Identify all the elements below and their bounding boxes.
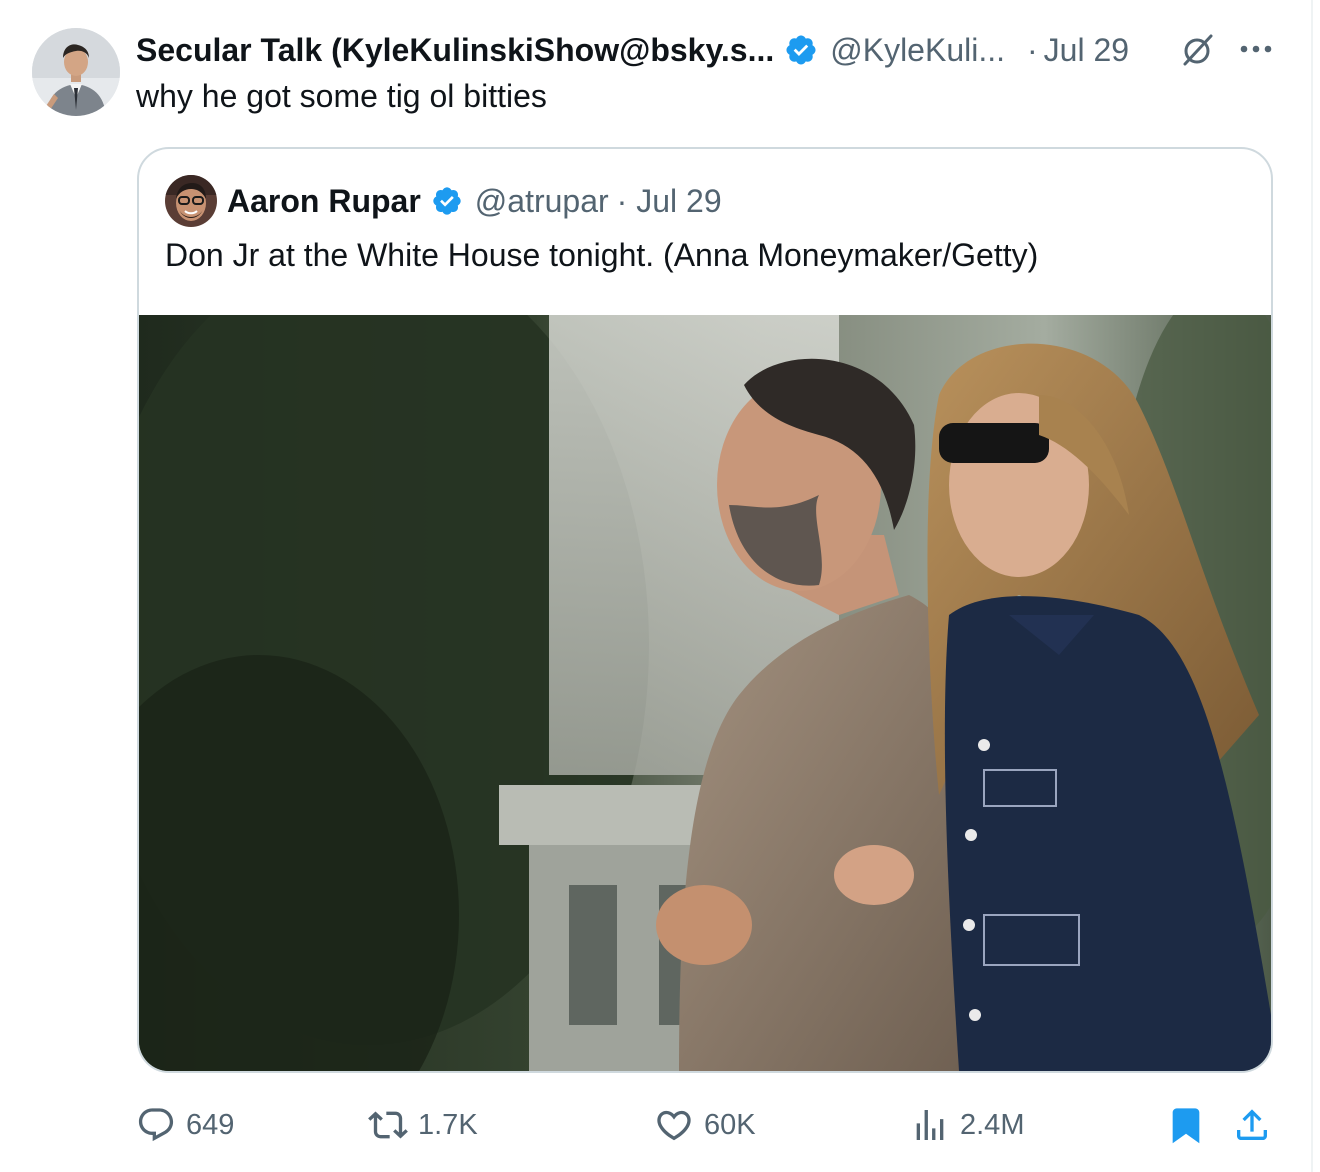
share-button[interactable] [1232,1100,1282,1150]
author-handle[interactable]: @KyleKuli... [830,32,1005,69]
quoted-tweet[interactable]: Aaron Rupar @atrupar · Jul 29 Don Jr at … [137,147,1273,1073]
timeline-border [1311,0,1313,1172]
quoted-avatar-image [165,175,217,227]
grok-icon[interactable] [1180,32,1216,68]
quoted-date[interactable]: · Jul 29 [617,183,722,220]
views-button[interactable]: 2.4M [910,1100,1024,1150]
reply-button[interactable]: 649 [136,1100,234,1150]
verified-badge-icon[interactable] [784,33,818,67]
views-icon [916,1110,944,1140]
quoted-photo[interactable] [139,315,1271,1071]
quoted-header: Aaron Rupar @atrupar · Jul 29 [227,181,722,221]
quoted-author-name[interactable]: Aaron Rupar [227,183,421,220]
heart-icon [657,1110,691,1141]
reply-icon [138,1108,174,1142]
dot-separator: · [1027,31,1038,68]
quoted-verified-badge-icon[interactable] [431,185,463,217]
repost-icon [368,1111,408,1139]
quoted-author-avatar[interactable] [165,175,217,227]
tweet-text: why he got some tig ol bitties [136,78,547,114]
quoted-author-handle[interactable]: @atrupar [475,183,609,220]
avatar-image [32,28,120,116]
views-count: 2.4M [960,1108,1025,1141]
repost-button[interactable]: 1.7K [368,1100,478,1150]
author-avatar[interactable] [32,28,120,116]
share-icon [1237,1109,1267,1140]
bookmark-button[interactable] [1166,1100,1216,1150]
reply-count: 649 [186,1108,235,1141]
action-bar: 649 1.7K 60K 2.4M [136,1100,1276,1150]
tweet-date[interactable]: Jul 29 [1044,32,1129,69]
author-display-name[interactable]: Secular Talk (KyleKulinskiShow@bsky.s... [136,32,774,69]
tweet-header: Secular Talk (KyleKulinskiShow@bsky.s...… [136,30,1129,70]
more-icon[interactable] [1238,42,1274,56]
like-count: 60K [704,1108,756,1141]
quoted-tweet-text: Don Jr at the White House tonight. (Anna… [165,237,1039,273]
repost-count: 1.7K [418,1108,478,1141]
like-button[interactable]: 60K [654,1100,756,1150]
bookmark-icon [1172,1108,1200,1144]
